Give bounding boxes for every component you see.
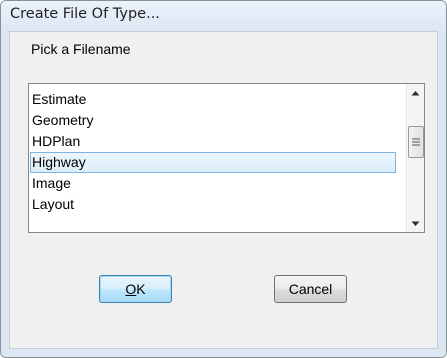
pick-filename-label: Pick a Filename bbox=[31, 41, 131, 57]
scroll-down-arrow-icon[interactable] bbox=[407, 215, 424, 232]
list-item-image[interactable]: Image bbox=[30, 173, 396, 194]
window-title: Create File Of Type... bbox=[10, 6, 160, 22]
dialog-window: Create File Of Type... Pick a Filename E… bbox=[0, 0, 447, 358]
list-item-estimate[interactable]: Estimate bbox=[30, 89, 396, 110]
cancel-button[interactable]: Cancel bbox=[274, 275, 347, 303]
title-bar[interactable]: Create File Of Type... bbox=[1, 1, 446, 31]
filename-list: Estimate Geometry HDPlan Highway Image L… bbox=[30, 89, 396, 215]
ok-label-rest: K bbox=[136, 281, 146, 297]
scroll-up-arrow-icon[interactable] bbox=[407, 84, 424, 101]
list-item-highway[interactable]: Highway bbox=[30, 152, 396, 173]
ok-button[interactable]: OK bbox=[99, 275, 172, 303]
scroll-thumb[interactable] bbox=[408, 125, 424, 158]
list-item-hdplan[interactable]: HDPlan bbox=[30, 131, 396, 152]
window-frame-right bbox=[438, 31, 446, 357]
ok-mnemonic: O bbox=[125, 281, 137, 297]
window-frame-bottom bbox=[1, 349, 446, 357]
window-frame-left bbox=[1, 31, 9, 357]
vertical-scrollbar[interactable] bbox=[406, 84, 424, 232]
list-item-geometry[interactable]: Geometry bbox=[30, 110, 396, 131]
list-item-layout[interactable]: Layout bbox=[30, 194, 396, 215]
filename-listbox[interactable]: Estimate Geometry HDPlan Highway Image L… bbox=[28, 83, 425, 233]
scroll-grip-icon bbox=[412, 138, 420, 146]
